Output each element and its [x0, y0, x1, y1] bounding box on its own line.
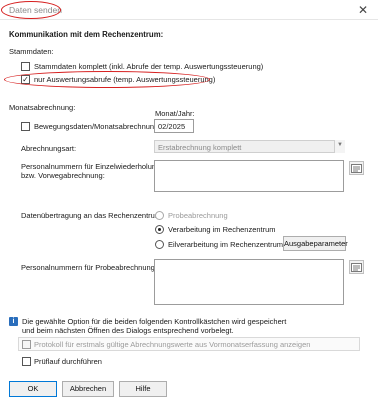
- persnr-probe-textarea[interactable]: [154, 259, 344, 305]
- abrechnungsart-select[interactable]: Erstabrechnung komplett: [154, 140, 336, 153]
- stammdaten-label: Stammdaten:: [9, 47, 54, 56]
- close-icon[interactable]: ✕: [354, 2, 372, 18]
- probeabrechnung-label: Probeabrechnung: [168, 211, 228, 220]
- list-picker-icon: [351, 262, 362, 272]
- ausgabeparameter-button[interactable]: Ausgabeparameter: [283, 236, 348, 251]
- section-heading: Kommunikation mit dem Rechenzentrum:: [9, 30, 164, 39]
- probeabrechnung-radio[interactable]: [155, 211, 164, 220]
- bewegungsdaten-label: Bewegungsdaten/Monatsabrechnung: [34, 122, 159, 131]
- protokoll-label: Protokoll für erstmals gültige Abrechnun…: [34, 340, 311, 349]
- bewegungsdaten-checkbox[interactable]: [21, 122, 30, 131]
- ok-button[interactable]: OK: [9, 381, 57, 397]
- verarbeitung-radio[interactable]: [155, 225, 164, 234]
- monatsabrechnung-label: Monatsabrechnung:: [9, 103, 76, 112]
- persnr-wiederholung-label-2: bzw. Vorwegabrechnung:: [21, 171, 105, 180]
- persnr-probe-picker-button[interactable]: [349, 260, 364, 274]
- abrechnungsart-label: Abrechnungsart:: [21, 144, 77, 153]
- persnr-wiederholung-textarea[interactable]: [154, 160, 344, 192]
- eilverarbeitung-radio[interactable]: [155, 240, 164, 249]
- prueflauf-checkbox[interactable]: [22, 357, 31, 366]
- stammdaten-komplett-label: Stammdaten komplett (inkl. Abrufe der te…: [34, 62, 264, 71]
- verarbeitung-label: Verarbeitung im Rechenzentrum: [168, 225, 276, 234]
- eilverarbeitung-label: Eilverarbeitung im Rechenzentrum: [168, 240, 284, 249]
- chevron-down-icon[interactable]: ▼: [334, 140, 345, 153]
- stammdaten-komplett-checkbox[interactable]: [21, 62, 30, 71]
- protokoll-checkbox[interactable]: [22, 340, 31, 349]
- hilfe-button[interactable]: Hilfe: [119, 381, 167, 397]
- title-highlight-ellipse: [1, 1, 61, 19]
- abbrechen-button[interactable]: Abbrechen: [62, 381, 114, 397]
- persnr-probe-label: Personalnummern für Probeabrechnung:: [21, 263, 157, 272]
- monat-jahr-input[interactable]: 02/2025: [154, 119, 194, 133]
- persnr-wiederholung-picker-button[interactable]: [349, 161, 364, 175]
- uebertragung-label: Datenübertragung an das Rechenzentrum:: [21, 211, 164, 220]
- info-text-line1: Die gewählte Option für die beiden folge…: [22, 317, 287, 326]
- info-text-line2: und beim nächsten Öffnen des Dialogs ent…: [22, 326, 234, 335]
- list-picker-icon: [351, 163, 362, 173]
- monat-jahr-label: Monat/Jahr:: [155, 109, 195, 118]
- info-icon: i: [9, 317, 18, 326]
- option-highlight-ellipse: [4, 71, 210, 88]
- persnr-wiederholung-label-1: Personalnummern für Einzelwiederholung: [21, 162, 161, 171]
- prueflauf-label: Prüflauf durchführen: [34, 357, 102, 366]
